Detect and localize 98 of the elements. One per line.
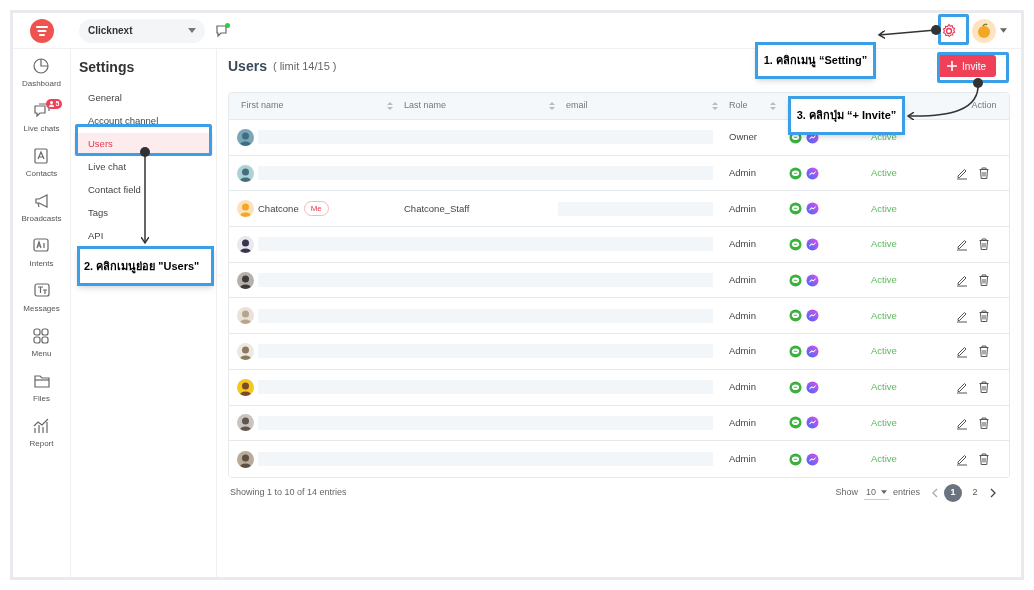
role-cell: Admin bbox=[729, 238, 756, 250]
role-cell: Owner bbox=[729, 131, 757, 143]
column-header[interactable]: email bbox=[566, 99, 711, 113]
edit-icon[interactable] bbox=[955, 344, 969, 359]
role-cell: Admin bbox=[729, 452, 756, 464]
logo-icon bbox=[29, 17, 55, 44]
page-button[interactable]: 2 bbox=[966, 483, 984, 502]
messenger-icon bbox=[806, 202, 819, 216]
invite-button[interactable]: Invite bbox=[937, 55, 996, 77]
delete-icon[interactable] bbox=[977, 380, 991, 395]
status-text: Active bbox=[871, 416, 897, 428]
delete-icon[interactable] bbox=[977, 166, 991, 181]
contact-book-icon[interactable] bbox=[32, 147, 51, 165]
caret-icon bbox=[881, 490, 887, 495]
edit-icon[interactable] bbox=[955, 380, 969, 395]
edit-icon[interactable] bbox=[955, 273, 969, 288]
callout: 3. คลิกปุ่ม “+ Invite” bbox=[788, 96, 905, 135]
status-text: Active bbox=[871, 452, 897, 464]
chat-icon[interactable] bbox=[32, 102, 51, 120]
workspace-dropdown[interactable]: Clicknext bbox=[79, 18, 205, 43]
delete-icon[interactable] bbox=[977, 273, 991, 288]
nav-label[interactable]: Contacts bbox=[25, 168, 58, 180]
delete-icon[interactable] bbox=[977, 452, 991, 467]
status-text: Active bbox=[871, 166, 897, 178]
role-cell: Admin bbox=[729, 202, 756, 214]
settings-icon[interactable] bbox=[941, 22, 957, 39]
page-title: Users bbox=[228, 56, 267, 76]
delete-icon[interactable] bbox=[977, 344, 991, 359]
caret-icon[interactable] bbox=[1000, 28, 1007, 33]
settings-menu-item[interactable]: Contact field bbox=[74, 179, 213, 202]
workspace-name: Clicknext bbox=[88, 24, 134, 38]
pie-chart-icon[interactable] bbox=[32, 57, 51, 75]
arrow bbox=[878, 25, 941, 40]
next-icon[interactable] bbox=[990, 487, 996, 498]
messenger-icon bbox=[806, 452, 819, 466]
column-header: Action bbox=[971, 99, 997, 113]
column-header[interactable]: Role bbox=[729, 99, 769, 113]
column-header[interactable]: Last name bbox=[404, 99, 548, 113]
messenger-icon bbox=[806, 273, 819, 287]
page-size-select[interactable]: 10 bbox=[863, 485, 889, 501]
status-text: Active bbox=[871, 273, 897, 285]
messenger-icon bbox=[806, 309, 819, 323]
messenger-icon bbox=[806, 237, 819, 251]
callout: 1. คลิกเมนู “Setting” bbox=[755, 42, 876, 79]
settings-menu-item[interactable]: Tags bbox=[74, 202, 213, 225]
messenger-icon bbox=[806, 166, 819, 180]
delete-icon[interactable] bbox=[977, 308, 991, 323]
delete-icon[interactable] bbox=[977, 415, 991, 430]
entries-info: Showing 1 to 10 of 14 entries bbox=[230, 486, 347, 500]
nav-label[interactable]: Intents bbox=[29, 258, 54, 270]
folder-icon[interactable] bbox=[32, 372, 51, 390]
nav-label[interactable]: Menu bbox=[31, 348, 52, 360]
megaphone-icon[interactable] bbox=[32, 192, 51, 210]
text-message-icon[interactable] bbox=[32, 282, 51, 300]
status-text: Active bbox=[871, 381, 897, 393]
nav-label[interactable]: Live chats bbox=[23, 123, 60, 135]
settings-menu-item[interactable]: Live chat bbox=[74, 156, 213, 179]
status-text: Active bbox=[871, 345, 897, 357]
highlight-frame bbox=[937, 52, 1009, 83]
messenger-icon bbox=[806, 416, 819, 430]
nav-label[interactable]: Messages bbox=[23, 303, 60, 315]
table-cell: Chatcone bbox=[258, 201, 299, 216]
edit-icon[interactable] bbox=[955, 166, 969, 181]
status-text: Active bbox=[871, 238, 897, 250]
grid-icon[interactable] bbox=[32, 327, 51, 345]
settings-menu-item[interactable]: API bbox=[74, 225, 213, 248]
bar-chart-icon[interactable] bbox=[32, 417, 51, 435]
show-label: Show bbox=[835, 486, 858, 500]
plus-icon bbox=[947, 61, 958, 71]
status-text: Active bbox=[871, 202, 897, 214]
nav-label[interactable]: Files bbox=[33, 393, 50, 405]
status-text: Active bbox=[871, 309, 897, 321]
column-header[interactable]: First name bbox=[241, 99, 386, 113]
role-cell: Admin bbox=[729, 166, 756, 178]
role-cell: Admin bbox=[729, 345, 756, 357]
role-cell: Admin bbox=[729, 416, 756, 428]
settings-menu-item[interactable]: Account channel bbox=[74, 110, 213, 133]
caret-icon bbox=[188, 28, 196, 33]
nav-label[interactable]: Broadcasts bbox=[21, 213, 62, 225]
role-cell: Admin bbox=[729, 273, 756, 285]
role-cell: Admin bbox=[729, 309, 756, 321]
callout: 2. คลิกเมนูย่อย "Users" bbox=[77, 246, 214, 286]
role-cell: Admin bbox=[729, 381, 756, 393]
settings-title: Settings bbox=[78, 58, 136, 77]
entries-label: entries bbox=[893, 486, 920, 500]
edit-icon[interactable] bbox=[955, 237, 969, 252]
page-button[interactable]: 1 bbox=[944, 483, 962, 502]
chat-notification-icon[interactable] bbox=[215, 23, 231, 38]
ai-chat-icon[interactable] bbox=[32, 237, 51, 255]
limit-text: ( limit 14/15 ) bbox=[272, 58, 337, 74]
edit-icon[interactable] bbox=[955, 452, 969, 467]
nav-label[interactable]: Report bbox=[29, 438, 54, 450]
nav-label[interactable]: Dashboard bbox=[21, 78, 62, 90]
messenger-icon bbox=[806, 344, 819, 358]
settings-menu-item[interactable]: General bbox=[74, 87, 213, 110]
delete-icon[interactable] bbox=[977, 237, 991, 252]
table-cell-text: Chatcone_Staff bbox=[403, 201, 471, 216]
messenger-icon bbox=[806, 380, 819, 394]
